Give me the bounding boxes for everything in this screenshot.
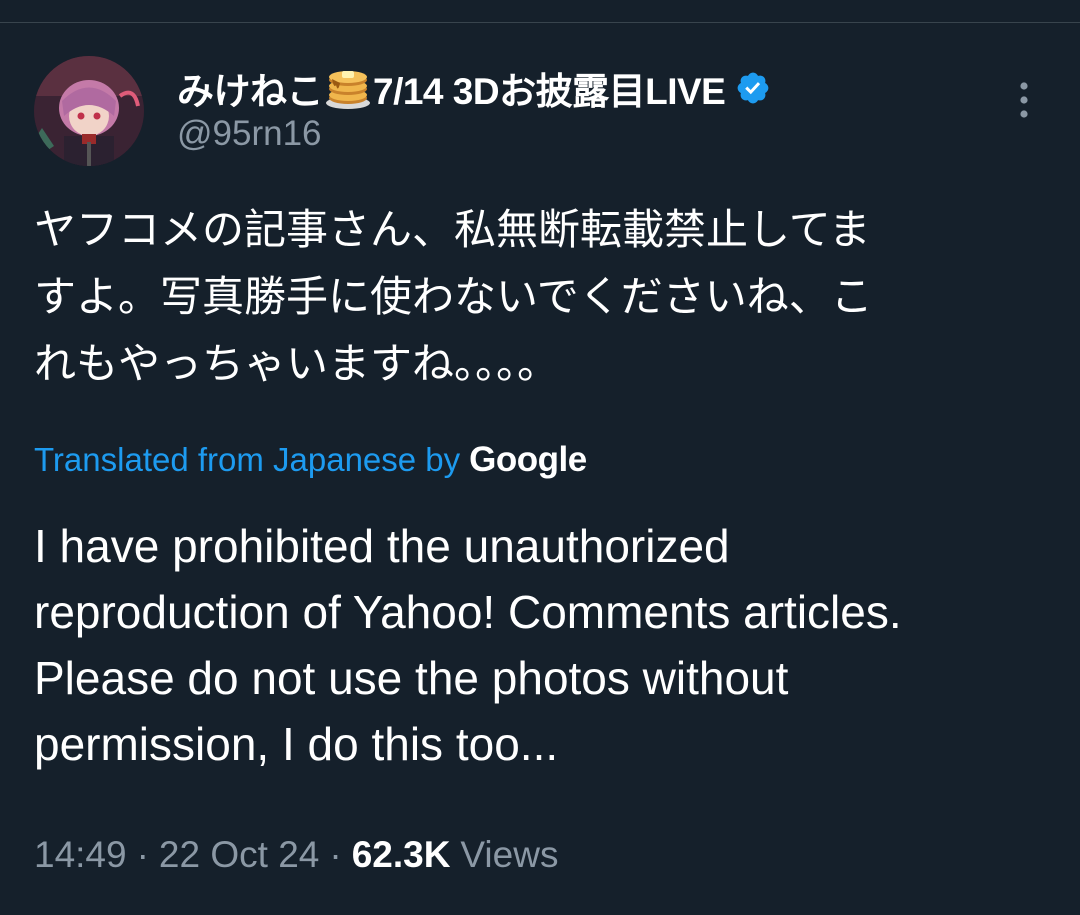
user-handle[interactable]: @95rn16 [177, 114, 322, 154]
display-name-part2[interactable]: 7/14 3Dお披露目LIVE [373, 61, 726, 115]
tweet-translated-text: I have prohibited the unauthorized repro… [34, 520, 902, 770]
more-vertical-icon [1020, 82, 1028, 118]
tweet-meta: 14:49 · 22 Oct 24 · 62.3K Views [34, 834, 558, 876]
display-name-part1[interactable]: みけねこ [177, 61, 324, 115]
tweet-date[interactable]: 22 Oct 24 [159, 834, 319, 876]
more-options-button[interactable] [1008, 80, 1040, 122]
pancakes-emoji-icon [324, 65, 372, 111]
tweet-original-text: ヤフコメの記事さん、私無断転載禁止してま すよ。写真勝手に使わないでくださいね、… [34, 205, 873, 388]
separator: · [329, 834, 342, 875]
google-logo: Google [469, 440, 587, 479]
views-count[interactable]: 62.3K [352, 834, 451, 876]
avatar[interactable] [34, 56, 144, 166]
views-label[interactable]: Views [460, 834, 558, 876]
display-name-row[interactable]: みけねこ 7/14 3Dお披露目LIVE [177, 64, 771, 112]
tweet-time[interactable]: 14:49 [34, 834, 127, 876]
translation-attribution: Translated from Japanese by Google [34, 440, 587, 480]
avatar-image [34, 56, 144, 166]
translated-from-link[interactable]: Translated from Japanese by [34, 441, 460, 479]
verified-badge-icon[interactable] [735, 70, 771, 106]
separator: · [136, 834, 149, 875]
top-divider [0, 22, 1080, 23]
